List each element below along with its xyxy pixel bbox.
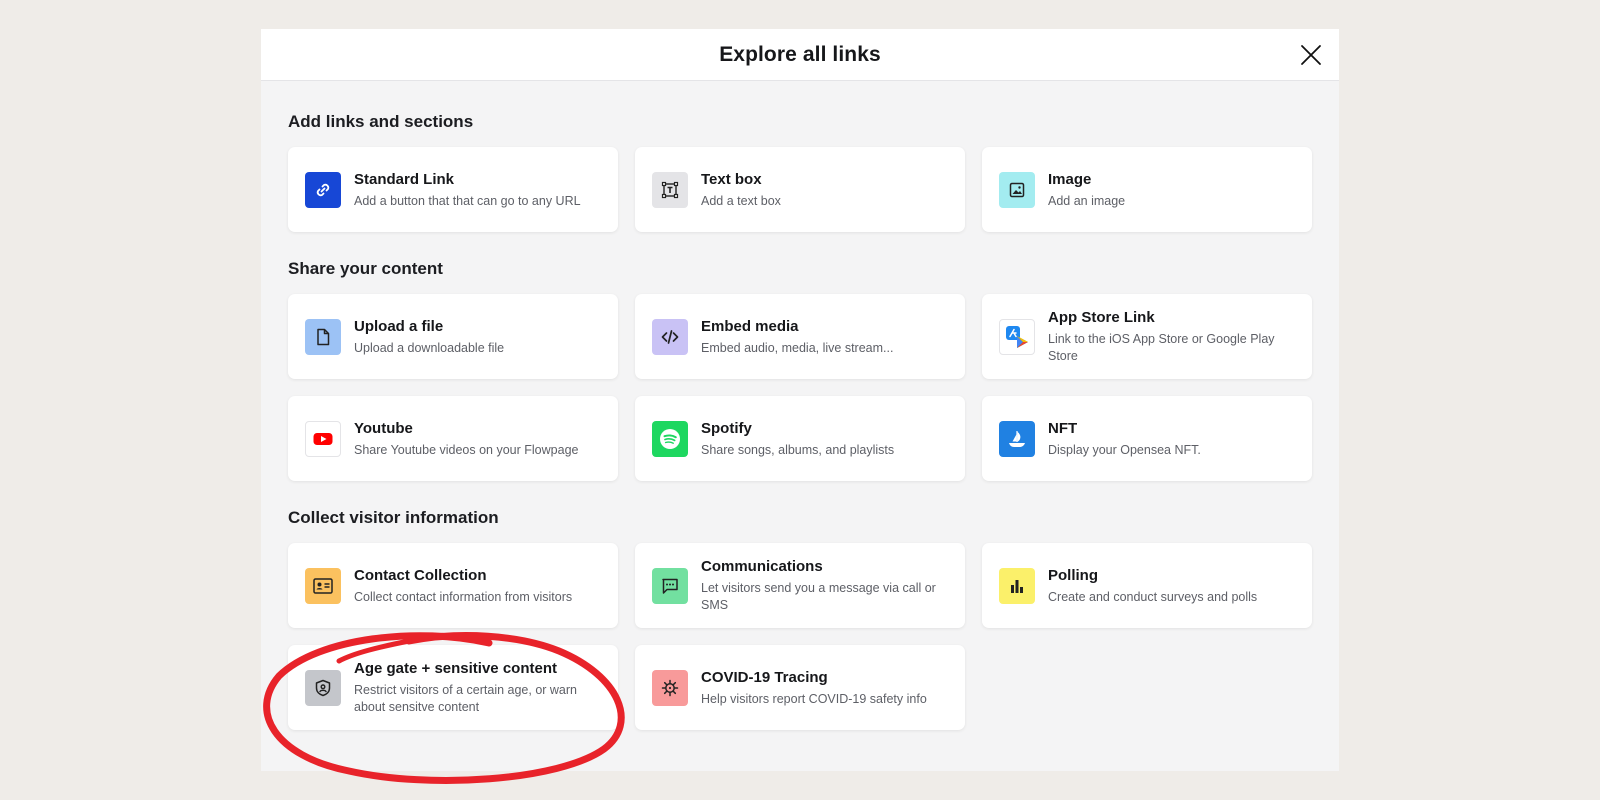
shield-user-icon bbox=[305, 669, 341, 706]
card-embed-media[interactable]: Embed media Embed audio, media, live str… bbox=[635, 294, 965, 379]
card-title: NFT bbox=[1048, 419, 1078, 437]
card-description: Create and conduct surveys and polls bbox=[1048, 589, 1258, 604]
card-spotify[interactable]: Spotify Share songs, albums, and playlis… bbox=[635, 396, 965, 481]
card-description: Collect contact information from visitor… bbox=[354, 589, 573, 604]
section-title-collect: Collect visitor information bbox=[288, 508, 499, 527]
card-polling[interactable]: Polling Create and conduct surveys and p… bbox=[982, 543, 1312, 628]
card-contact-collection[interactable]: Contact Collection Collect contact infor… bbox=[288, 543, 618, 628]
card-title: Standard Link bbox=[354, 170, 455, 188]
card-nft[interactable]: NFT Display your Opensea NFT. bbox=[982, 396, 1312, 481]
youtube-icon bbox=[305, 420, 341, 457]
card-description: Restrict visitors of a certain age, or w… bbox=[354, 683, 577, 714]
card-title: Age gate + sensitive content bbox=[354, 660, 557, 677]
card-age-gate[interactable]: Age gate + sensitive content Restrict vi… bbox=[288, 645, 618, 730]
opensea-icon bbox=[999, 420, 1035, 457]
bar-chart-icon bbox=[999, 567, 1035, 604]
card-title: Embed media bbox=[701, 317, 799, 335]
card-title: Contact Collection bbox=[354, 566, 487, 584]
modal-header: Explore all links bbox=[261, 29, 1339, 81]
card-covid-tracing[interactable]: COVID-19 Tracing Help visitors report CO… bbox=[635, 645, 965, 730]
code-icon bbox=[652, 318, 688, 355]
section-collect-grid: Contact Collection Collect contact infor… bbox=[288, 543, 1313, 730]
card-title: Communications bbox=[701, 558, 823, 575]
card-description: Help visitors report COVID-19 safety inf… bbox=[701, 691, 927, 706]
close-button[interactable] bbox=[1297, 41, 1325, 69]
contact-card-icon bbox=[305, 567, 341, 604]
card-title: App Store Link bbox=[1048, 309, 1155, 326]
explore-links-modal: Explore all links Add links and sections… bbox=[261, 29, 1339, 771]
card-title: Polling bbox=[1048, 566, 1098, 584]
spotify-icon bbox=[652, 420, 688, 457]
file-icon bbox=[305, 318, 341, 355]
card-title: Youtube bbox=[354, 419, 413, 437]
virus-icon bbox=[652, 669, 688, 706]
message-icon bbox=[652, 567, 688, 604]
section-title-share: Share your content bbox=[288, 259, 443, 278]
text-box-icon bbox=[652, 171, 688, 208]
card-communications[interactable]: Communications Let visitors send you a m… bbox=[635, 543, 965, 628]
card-youtube[interactable]: Youtube Share Youtube videos on your Flo… bbox=[288, 396, 618, 481]
card-description: Add a button that that can go to any URL bbox=[354, 193, 581, 208]
card-description: Display your Opensea NFT. bbox=[1048, 442, 1201, 457]
card-description: Upload a downloadable file bbox=[354, 340, 505, 355]
card-text-box[interactable]: Text box Add a text box bbox=[635, 147, 965, 232]
card-image[interactable]: Image Add an image bbox=[982, 147, 1312, 232]
card-description: Add a text box bbox=[701, 193, 781, 208]
card-description: Let visitors send you a message via call… bbox=[701, 581, 936, 612]
modal-body: Add links and sections Standard Link Add… bbox=[261, 81, 1339, 730]
section-add-grid: Standard Link Add a button that that can… bbox=[288, 147, 1313, 232]
card-title: Text box bbox=[701, 170, 762, 188]
section-share-grid: Upload a file Upload a downloadable file… bbox=[288, 294, 1313, 481]
section-title-add: Add links and sections bbox=[288, 112, 474, 131]
modal-title: Explore all links bbox=[719, 42, 881, 66]
image-icon bbox=[999, 171, 1035, 208]
card-app-store-link[interactable]: App Store Link Link to the iOS App Store… bbox=[982, 294, 1312, 379]
close-icon bbox=[1301, 45, 1321, 65]
card-description: Embed audio, media, live stream... bbox=[701, 340, 894, 355]
link-icon bbox=[305, 171, 341, 208]
card-title: Image bbox=[1048, 170, 1092, 188]
card-title: COVID-19 Tracing bbox=[701, 668, 828, 686]
app-store-icon bbox=[999, 318, 1035, 355]
card-title: Spotify bbox=[701, 419, 752, 437]
card-standard-link[interactable]: Standard Link Add a button that that can… bbox=[288, 147, 618, 232]
card-description: Share Youtube videos on your Flowpage bbox=[354, 442, 579, 457]
card-upload-file[interactable]: Upload a file Upload a downloadable file bbox=[288, 294, 618, 379]
card-description: Add an image bbox=[1048, 193, 1126, 208]
card-description: Share songs, albums, and playlists bbox=[701, 442, 895, 457]
card-title: Upload a file bbox=[354, 317, 444, 335]
card-description: Link to the iOS App Store or Google Play… bbox=[1048, 332, 1275, 363]
